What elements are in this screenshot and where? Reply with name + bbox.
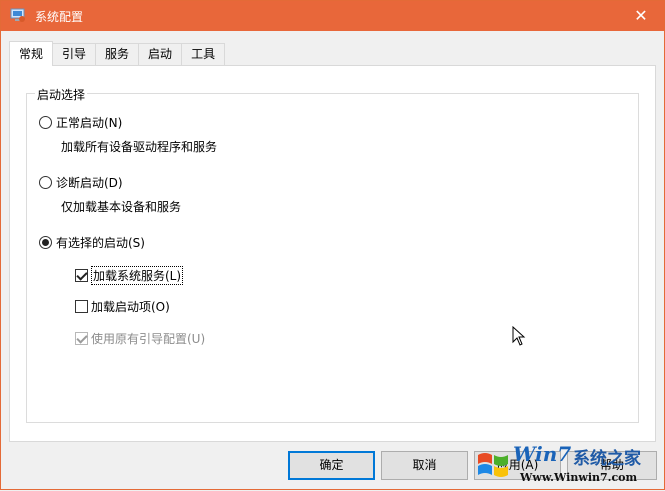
watermark-cn-text: 系统之家	[573, 449, 641, 469]
use-original-boot-config-checkbox-row: 使用原有引导配置(U)	[75, 330, 205, 347]
selective-startup-radio[interactable]	[39, 236, 52, 249]
windows-flag-icon	[478, 453, 508, 477]
mouse-cursor-icon	[512, 326, 526, 346]
normal-startup-label: 正常启动(N)	[56, 116, 123, 130]
diagnostic-startup-desc: 仅加载基本设备和服务	[61, 200, 182, 214]
normal-startup-radio-row[interactable]: 正常启动(N)	[39, 114, 122, 131]
load-services-label: 加载系统服务(L)	[91, 266, 184, 285]
watermark-logo: Win7 系统之家 Www.Winwin7.com	[473, 439, 665, 491]
tab-startup[interactable]: 启动	[138, 43, 183, 65]
diagnostic-startup-radio-row[interactable]: 诊断启动(D)	[39, 174, 123, 191]
cancel-button[interactable]: 取消	[381, 451, 468, 480]
selective-startup-label: 有选择的启动(S)	[56, 236, 145, 250]
tab-strip: 常规 引导 服务 启动 工具	[9, 41, 226, 66]
watermark-brand: Win7	[513, 442, 572, 466]
normal-startup-desc: 加载所有设备驱动程序和服务	[61, 140, 218, 154]
tab-boot[interactable]: 引导	[52, 43, 97, 65]
load-services-checkbox[interactable]	[75, 269, 88, 282]
tab-general[interactable]: 常规	[9, 41, 54, 66]
selective-startup-radio-row[interactable]: 有选择的启动(S)	[39, 234, 145, 251]
tab-services[interactable]: 服务	[95, 43, 140, 65]
tab-tools[interactable]: 工具	[181, 43, 226, 65]
use-original-boot-config-label: 使用原有引导配置(U)	[91, 332, 206, 346]
use-original-boot-config-checkbox	[75, 332, 88, 345]
load-startup-items-label: 加载启动项(O)	[91, 300, 170, 314]
load-services-checkbox-row[interactable]: 加载系统服务(L)	[75, 266, 184, 285]
close-icon: ✕	[634, 6, 648, 25]
diagnostic-startup-radio[interactable]	[39, 176, 52, 189]
ok-button[interactable]: 确定	[288, 451, 375, 480]
load-startup-items-checkbox[interactable]	[75, 300, 88, 313]
general-tab-panel: 启动选择 正常启动(N) 加载所有设备驱动程序和服务 诊断启动(D) 仅加载基本…	[9, 65, 656, 442]
startup-selection-group: 启动选择 正常启动(N) 加载所有设备驱动程序和服务 诊断启动(D) 仅加载基本…	[26, 86, 639, 423]
system-config-app-icon	[10, 8, 25, 22]
watermark-url: Www.Winwin7.com	[520, 471, 638, 484]
window-title: 系统配置	[35, 10, 84, 24]
normal-startup-radio[interactable]	[39, 116, 52, 129]
title-bar[interactable]: 系统配置 ✕	[1, 1, 664, 31]
close-button[interactable]: ✕	[626, 3, 656, 29]
group-title: 启动选择	[35, 86, 88, 103]
load-startup-items-checkbox-row[interactable]: 加载启动项(O)	[75, 298, 170, 315]
system-config-window: 系统配置 ✕ 常规 引导 服务 启动 工具 启动选择 正常启动(N) 加载所有设…	[0, 0, 665, 490]
diagnostic-startup-label: 诊断启动(D)	[56, 176, 123, 190]
